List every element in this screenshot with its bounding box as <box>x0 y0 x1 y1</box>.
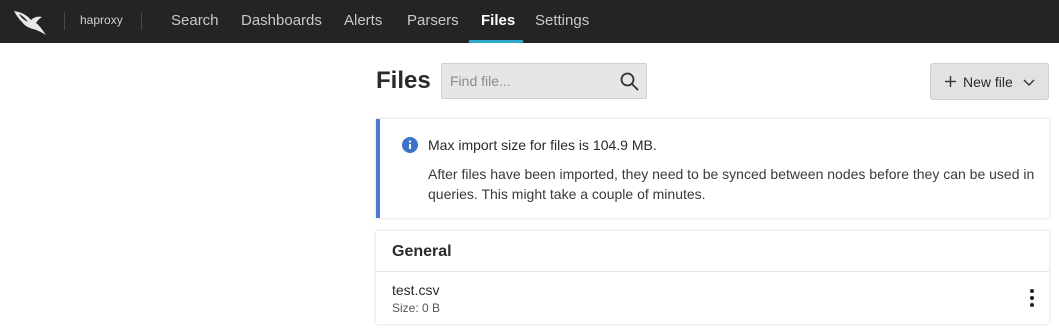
nav-alerts[interactable]: Alerts <box>344 12 382 29</box>
page-title: Files <box>376 67 431 94</box>
nav-settings[interactable]: Settings <box>535 12 589 29</box>
sync-notice-text: After files have been imported, they nee… <box>428 166 1035 202</box>
chevron-down-icon <box>1023 79 1035 86</box>
nav-files[interactable]: Files <box>481 12 515 29</box>
active-tab-indicator <box>469 40 523 43</box>
search-icon[interactable] <box>620 72 639 91</box>
general-files-section: General test.csv Size: 0 B <box>376 231 1049 324</box>
info-icon <box>402 137 418 153</box>
kebab-menu-icon[interactable] <box>1026 287 1038 309</box>
file-search-input[interactable] <box>442 64 612 98</box>
nav-parsers[interactable]: Parsers <box>407 12 459 29</box>
repository-name[interactable]: haproxy <box>80 13 123 27</box>
file-name[interactable]: test.csv <box>392 282 439 298</box>
nav-dashboards[interactable]: Dashboards <box>241 12 322 29</box>
nav-search[interactable]: Search <box>171 12 219 29</box>
max-import-size-text: Max import size for files is 104.9 MB. <box>428 137 657 153</box>
top-navigation-bar: haproxy Search Dashboards Alerts Parsers… <box>0 0 1059 43</box>
section-title: General <box>392 243 452 260</box>
header-divider <box>141 12 142 30</box>
section-divider <box>376 271 1049 272</box>
file-search-box[interactable] <box>441 63 647 99</box>
plus-icon <box>945 76 956 87</box>
new-file-button[interactable]: New file <box>930 63 1049 100</box>
import-info-callout: Max import size for files is 104.9 MB. A… <box>376 119 1049 218</box>
header-divider <box>64 12 65 30</box>
falcon-logo-icon[interactable] <box>13 8 47 36</box>
file-size: Size: 0 B <box>392 301 441 315</box>
new-file-label: New file <box>963 74 1013 90</box>
